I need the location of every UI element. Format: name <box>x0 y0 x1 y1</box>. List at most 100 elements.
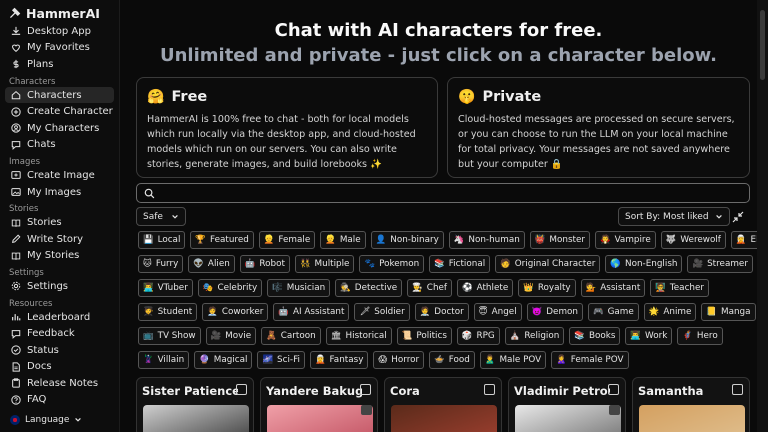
tag-female-pov[interactable]: 🙎‍♀️ Female POV <box>551 351 629 369</box>
scrollbar-thumb[interactable] <box>760 10 765 80</box>
tag-furry[interactable]: 🐱 Furry <box>138 255 184 273</box>
select-checkbox[interactable] <box>236 384 247 395</box>
sidebar-item-my-images[interactable]: My Images <box>0 184 119 201</box>
tag-musician[interactable]: 🎼 Musician <box>267 279 331 297</box>
tag-fantasy[interactable]: 🧝 Fantasy <box>309 351 369 369</box>
tag-teacher[interactable]: 🧑‍🏫 Teacher <box>650 279 710 297</box>
tag-religion[interactable]: ⛪ Religion <box>504 327 565 345</box>
sidebar-item-plans[interactable]: Plans <box>0 56 119 73</box>
tag-vtuber[interactable]: 👨‍💻 VTuber <box>138 279 193 297</box>
character-card[interactable]: Vladimir Petrov <box>508 377 626 432</box>
tag-historical[interactable]: 🏛 Historical <box>325 327 392 345</box>
tag-demon[interactable]: 👿 Demon <box>526 303 583 321</box>
sidebar-item-feedback[interactable]: Feedback <box>0 325 119 342</box>
tag-ai-assistant[interactable]: 🤖 AI Assistant <box>273 303 350 321</box>
chat-icon <box>11 141 21 150</box>
tag-non-binary[interactable]: 👤 Non-binary <box>370 231 444 249</box>
tag-game[interactable]: 🎮 Game <box>587 303 639 321</box>
character-card[interactable]: Yandere Bakugo <box>260 377 378 432</box>
tag-celebrity[interactable]: 🎭 Celebrity <box>197 279 263 297</box>
scrollbar[interactable] <box>757 0 768 432</box>
tag-label: Anime <box>663 307 692 317</box>
tag-robot[interactable]: 🤖 Robot <box>239 255 290 273</box>
tag-anime[interactable]: 🌟 Anime <box>643 303 697 321</box>
tag-work[interactable]: 👨‍💻 Work <box>625 327 673 345</box>
sidebar-item-status[interactable]: Status <box>0 342 119 359</box>
tag-rpg[interactable]: 🎲 RPG <box>456 327 500 345</box>
character-card[interactable]: Samantha <box>632 377 750 432</box>
sidebar-item-leaderboard[interactable]: Leaderboard <box>0 309 119 326</box>
tag-royalty[interactable]: 👑 Royalty <box>518 279 576 297</box>
search-input[interactable] <box>161 186 741 200</box>
tag-female[interactable]: 👱 Female <box>258 231 316 249</box>
tag-detective[interactable]: 🕵 Detective <box>335 279 403 297</box>
sidebar-item-my-favorites[interactable]: My Favorites <box>0 40 119 57</box>
tag-food[interactable]: 🍲 Food <box>429 351 475 369</box>
sidebar-item-write-story[interactable]: Write Story <box>0 231 119 248</box>
select-checkbox[interactable] <box>608 384 619 395</box>
tag-label: Multiple <box>314 259 350 269</box>
tag-label: Historical <box>345 331 387 341</box>
sidebar-item-create-image[interactable]: Create Image <box>0 167 119 184</box>
tag-magical[interactable]: 🔮 Magical <box>194 351 253 369</box>
tag-tv-show[interactable]: 📺 TV Show <box>138 327 201 345</box>
tag-multiple[interactable]: 👯 Multiple <box>294 255 355 273</box>
tag-athlete[interactable]: ⚽ Athlete <box>457 279 514 297</box>
safe-filter-dropdown[interactable]: Safe <box>136 207 186 226</box>
select-checkbox[interactable] <box>732 384 743 395</box>
tag-angel[interactable]: 😇 Angel <box>473 303 522 321</box>
sidebar-item-docs[interactable]: Docs <box>0 359 119 376</box>
sidebar-item-release-notes[interactable]: Release Notes <box>0 375 119 392</box>
sidebar-item-create-character[interactable]: Create Character <box>0 103 119 120</box>
brand[interactable]: HammerAI <box>0 3 119 23</box>
tag-manga[interactable]: 📒 Manga <box>701 303 756 321</box>
tag-label: Hero <box>696 331 718 341</box>
sidebar-item-stories[interactable]: Stories <box>0 214 119 231</box>
tag-male[interactable]: 👱 Male <box>320 231 366 249</box>
sidebar-item-characters[interactable]: Characters <box>5 86 114 104</box>
tag-monster[interactable]: 👹 Monster <box>529 231 590 249</box>
select-checkbox[interactable] <box>484 384 495 395</box>
tag-non-english[interactable]: 🌎 Non-English <box>605 255 683 273</box>
tag-politics[interactable]: 📜 Politics <box>396 327 452 345</box>
sidebar-item-settings[interactable]: Settings <box>0 278 119 295</box>
character-card[interactable]: Sister Patience <box>136 377 254 432</box>
tag-pokemon[interactable]: 🐾 Pokemon <box>359 255 425 273</box>
tag-featured[interactable]: 🏆 Featured <box>190 231 254 249</box>
tag-hero[interactable]: 🦸 Hero <box>677 327 723 345</box>
sidebar-item-desktop-app[interactable]: Desktop App <box>0 23 119 40</box>
tag-assistant[interactable]: 💁 Assistant <box>580 279 646 297</box>
tag-male-pov[interactable]: 🙎‍♂️ Male POV <box>479 351 547 369</box>
sort-dropdown[interactable]: Sort By: Most liked <box>618 207 730 226</box>
tag-sci-fi[interactable]: 🌌 Sci-Fi <box>257 351 305 369</box>
tag-chef[interactable]: 👨‍🍳 Chef <box>407 279 453 297</box>
tag-student[interactable]: 🧑‍🎓 Student <box>138 303 198 321</box>
tag-icon: 🦸 <box>682 331 693 341</box>
tag-doctor[interactable]: 🧑‍⚕️ Doctor <box>414 303 469 321</box>
tag-villain[interactable]: 🦹 Villain <box>138 351 190 369</box>
tag-original-character[interactable]: 🧑 Original Character <box>495 255 601 273</box>
search-bar[interactable] <box>136 183 750 203</box>
hammer-icon <box>9 7 21 18</box>
tag-soldier[interactable]: 🗡 Soldier <box>354 303 410 321</box>
tag-cartoon[interactable]: 🧸 Cartoon <box>261 327 321 345</box>
character-card[interactable]: Cora <box>384 377 502 432</box>
language-selector[interactable]: Language <box>0 415 82 425</box>
tag-fictional[interactable]: 📚 Fictional <box>429 255 491 273</box>
tag-movie[interactable]: 🎥 Movie <box>205 327 257 345</box>
sidebar-item-my-characters[interactable]: My Characters <box>0 120 119 137</box>
tag-local[interactable]: 💾 Local <box>138 231 186 249</box>
select-checkbox[interactable] <box>360 384 371 395</box>
tag-non-human[interactable]: 🦄 Non-human <box>448 231 525 249</box>
tag-werewolf[interactable]: 🐺 Werewolf <box>660 231 726 249</box>
tag-books[interactable]: 📚 Books <box>569 327 621 345</box>
tag-streamer[interactable]: 🎥 Streamer <box>687 255 753 273</box>
sidebar-item-my-stories[interactable]: My Stories <box>0 248 119 265</box>
tag-horror[interactable]: 😱 Horror <box>373 351 425 369</box>
tag-alien[interactable]: 👽 Alien <box>188 255 235 273</box>
sidebar-item-faq[interactable]: FAQ <box>0 392 119 409</box>
tag-coworker[interactable]: 🧑‍💼 Coworker <box>202 303 269 321</box>
sidebar-item-chats[interactable]: Chats <box>0 137 119 154</box>
tag-vampire[interactable]: 🧛 Vampire <box>595 231 656 249</box>
collapse-icon[interactable] <box>732 211 744 223</box>
